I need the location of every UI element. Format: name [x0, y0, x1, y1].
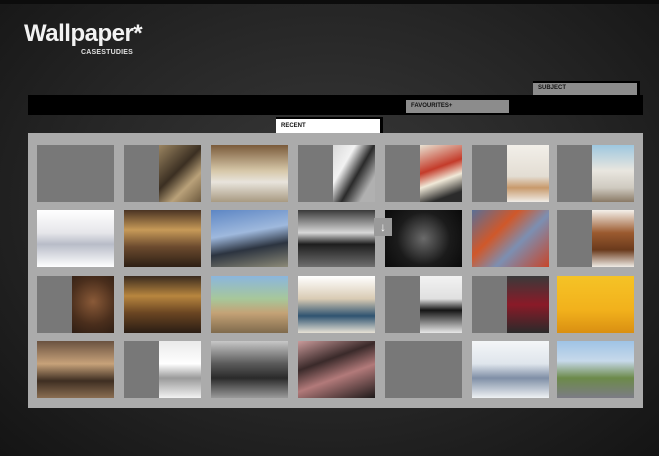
shoes-photo: [592, 210, 634, 267]
top-border: [0, 0, 659, 4]
glass-chess-photo: [37, 210, 114, 267]
thumbnail-tile[interactable]: [37, 145, 114, 202]
thumbnail-tile[interactable]: [211, 341, 288, 398]
restaurant-photo: [124, 210, 201, 267]
thumbnail-tile[interactable]: [472, 210, 549, 267]
thumbnail-tile[interactable]: [211, 276, 288, 333]
thumbnail-tile[interactable]: [298, 341, 375, 398]
watch-photo: [385, 210, 462, 267]
objects-photo: [72, 276, 114, 333]
thumbnail-tile[interactable]: [211, 145, 288, 202]
building-photo: [211, 210, 288, 267]
industrial-interior-photo: [211, 341, 288, 398]
retail-interior-photo: [592, 145, 634, 202]
house-photo: [211, 276, 288, 333]
tab-subject[interactable]: SUBJECT: [533, 81, 640, 95]
thumbnail-tile[interactable]: [557, 276, 634, 333]
tab-favourites[interactable]: FAVOURITES+: [406, 99, 512, 113]
interior-photo: [159, 145, 201, 202]
lobby-photo: [211, 145, 288, 202]
thumbnail-tile[interactable]: [385, 276, 462, 333]
dining-room-photo: [298, 276, 375, 333]
tunnel-photo: [298, 341, 375, 398]
thumbnail-tile[interactable]: [385, 341, 462, 398]
fashion-photo: [333, 145, 375, 202]
tab-recent[interactable]: RECENT: [276, 117, 383, 134]
down-arrow-icon[interactable]: ↓: [374, 218, 392, 236]
geometric-art-photo: [420, 145, 462, 202]
thumbnail-tile[interactable]: [557, 341, 634, 398]
thumbnail-tile[interactable]: [472, 276, 549, 333]
thumbnail-tile[interactable]: [298, 276, 375, 333]
thumbnail-tile[interactable]: [124, 341, 201, 398]
thumbnail-tile[interactable]: [385, 145, 462, 202]
thumbnail-tile[interactable]: [557, 145, 634, 202]
app-window: Wallpaper* CASESTUDIES SUBJECT FAVOURITE…: [0, 0, 659, 456]
gallery-photo: [472, 341, 549, 398]
lounge-photo: [124, 276, 201, 333]
thumbnail-tile[interactable]: [37, 341, 114, 398]
kitchen-photo: [298, 210, 375, 267]
logo-subtitle: CASESTUDIES: [81, 49, 133, 56]
wallpaper-logo[interactable]: Wallpaper* CASESTUDIES: [24, 20, 143, 56]
thumbnail-grid: [37, 145, 634, 398]
thumbnail-tile[interactable]: [472, 341, 549, 398]
thumbnail-tile[interactable]: [37, 276, 114, 333]
thumbnail-tile[interactable]: [211, 210, 288, 267]
shop-window-photo: [472, 210, 549, 267]
product-photo: [507, 145, 549, 202]
thumbnail-tile[interactable]: [124, 210, 201, 267]
logo-wordmark: Wallpaper*: [24, 20, 143, 47]
thumbnail-tile[interactable]: [385, 210, 462, 267]
river-city-photo: [557, 341, 634, 398]
tie-photo: [507, 276, 549, 333]
yellow-still-life-photo: [557, 276, 634, 333]
thumbnail-tile[interactable]: [298, 210, 375, 267]
thumbnail-tile[interactable]: [124, 145, 201, 202]
handbag-photo: [420, 276, 462, 333]
camera-photo: [159, 341, 201, 398]
thumbnail-tile[interactable]: [557, 210, 634, 267]
thumbnail-tile[interactable]: [472, 145, 549, 202]
thumbnail-tile[interactable]: [298, 145, 375, 202]
tab-bar: [28, 95, 643, 115]
thumbnail-tile[interactable]: [37, 210, 114, 267]
bedroom-photo: [37, 341, 114, 398]
thumbnail-tile[interactable]: [124, 276, 201, 333]
